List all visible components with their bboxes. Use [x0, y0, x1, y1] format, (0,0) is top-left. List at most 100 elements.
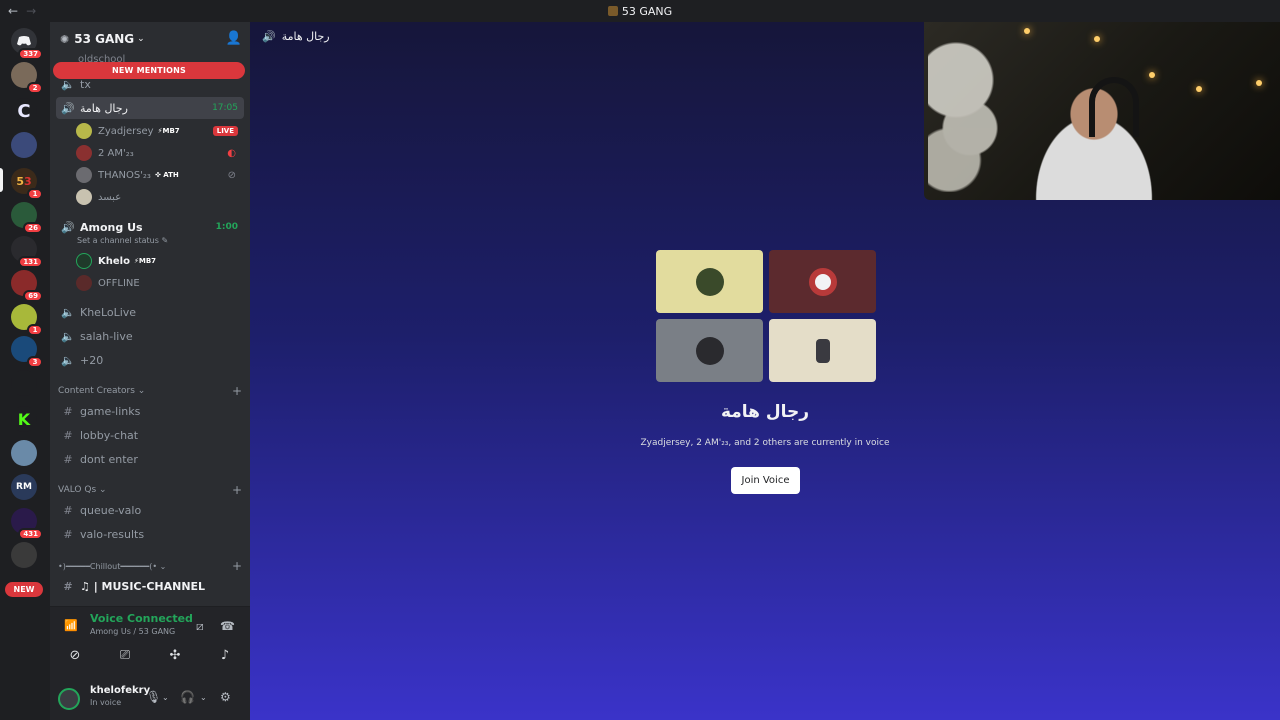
hash-icon: #: [63, 503, 73, 517]
voice-user[interactable]: 2 AM'₂₃ ◐: [76, 143, 244, 163]
speaker-icon: 🔈: [61, 77, 75, 91]
channel-label: +20: [80, 353, 104, 367]
avatar[interactable]: [58, 688, 80, 710]
camera-off-icon[interactable]: ⊘: [50, 643, 100, 667]
server-green-icon[interactable]: 26: [11, 202, 43, 234]
channel-time: 1:00: [215, 222, 238, 232]
speaker-icon: 🔈: [61, 353, 75, 367]
voice-user[interactable]: THANOS'₂₃ ✜ ATH ⊘: [76, 165, 244, 185]
voice-connected-panel: 📶 Voice Connected Among Us / 53 GANG ⧄ ☎…: [50, 606, 250, 686]
voice-user-name: عبسد: [98, 191, 122, 203]
back-icon[interactable]: ←: [8, 4, 18, 18]
server-dark-icon[interactable]: 131: [11, 236, 43, 268]
signal-icon[interactable]: 📶: [64, 619, 78, 632]
voice-user[interactable]: OFFLINE: [76, 273, 244, 293]
channel-among-us[interactable]: 🔊 Among Us 1:00: [56, 216, 244, 238]
channel-lobby-chat[interactable]: # lobby-chat: [56, 424, 244, 446]
server-53-icon[interactable]: 531: [11, 168, 43, 200]
participant-tile[interactable]: [769, 250, 876, 313]
muted-icon: ⊘: [227, 169, 236, 181]
speaker-icon: 🔊: [61, 220, 75, 234]
microphone-icon[interactable]: 🎙: [146, 690, 161, 704]
channel-plus20[interactable]: 🔈 +20: [56, 349, 244, 371]
channel-game-links[interactable]: # game-links: [56, 400, 244, 422]
username[interactable]: khelofekry: [90, 685, 150, 696]
voice-user[interactable]: Zyadjersey ⚡MB7 LIVE: [76, 121, 244, 141]
chevron-down-icon[interactable]: ⌄: [200, 693, 207, 702]
server-avatar2-icon[interactable]: [11, 440, 37, 466]
server-settings-icon: ✺: [60, 32, 70, 46]
screen-share-icon[interactable]: ⎚: [100, 643, 150, 667]
server-c-logo-icon[interactable]: Ⅽ: [11, 98, 37, 124]
server-blue-icon[interactable]: 3: [11, 336, 43, 368]
server-gray-icon[interactable]: [11, 542, 37, 568]
string-light: [1024, 28, 1030, 34]
voice-user[interactable]: عبسد: [76, 187, 244, 207]
activities-icon[interactable]: ✣: [150, 643, 200, 667]
avatar: [76, 189, 92, 205]
channel-rijal-hama[interactable]: 🔊 رجال هامة 17:05: [56, 97, 244, 119]
add-channel-icon[interactable]: +: [232, 559, 242, 573]
add-channel-icon[interactable]: +: [232, 384, 242, 398]
server-kick-icon[interactable]: K: [11, 406, 37, 432]
avatar: [76, 167, 92, 183]
channel-music[interactable]: # ♫ | MUSIC-CHANNEL: [56, 575, 244, 597]
category-content-creators[interactable]: Content Creators ⌄ +: [58, 383, 244, 399]
server-yellow-icon[interactable]: 1: [11, 304, 43, 336]
server-rail: 337 2 Ⅽ 531 26 131 69 1 3 K RM 431 NEW: [0, 22, 50, 720]
chevron-down-icon[interactable]: ⌄: [162, 693, 169, 702]
server-header[interactable]: ✺ 53 GANG ⌄ 👤: [50, 22, 250, 56]
category-chillout[interactable]: •)━━━━━Chillout━━━━━━(• ⌄ +: [58, 558, 244, 574]
hash-icon: #: [63, 404, 73, 418]
server-red-icon[interactable]: 69: [11, 270, 43, 302]
participant-tile[interactable]: [656, 250, 763, 313]
category-label: VALO Qs ⌄: [58, 485, 107, 495]
user-status: In voice: [90, 698, 122, 707]
channel-tx[interactable]: 🔈 tx: [56, 73, 244, 95]
soundboard-icon[interactable]: ♪: [200, 643, 250, 667]
channel-label: رجال هامة: [80, 101, 128, 115]
active-server-pill: [0, 168, 3, 192]
headphones-icon[interactable]: 🎧: [180, 690, 195, 704]
voice-user[interactable]: Khelo ⚡MB7: [76, 251, 244, 271]
add-member-icon[interactable]: 👤: [226, 31, 242, 46]
channel-label: lobby-chat: [80, 428, 139, 442]
voice-location[interactable]: Among Us / 53 GANG: [90, 627, 175, 636]
noise-suppression-icon[interactable]: ⧄: [196, 619, 204, 634]
channel-dont-enter[interactable]: # dont enter: [56, 448, 244, 470]
user-tag: ✜ ATH: [154, 171, 179, 179]
server-rm-icon[interactable]: RM: [11, 474, 37, 500]
channel-queue-valo[interactable]: # queue-valo: [56, 499, 244, 521]
new-servers-pill[interactable]: NEW: [5, 582, 43, 597]
hash-icon: #: [63, 579, 73, 593]
user-tag: ⚡MB7: [133, 257, 157, 265]
speaker-icon: 🔊: [262, 30, 276, 43]
server-purple-icon[interactable]: 431: [11, 508, 43, 540]
participant-tile[interactable]: [656, 319, 763, 382]
channel-status[interactable]: Set a channel status ✎: [77, 236, 168, 245]
join-voice-button[interactable]: Join Voice: [731, 467, 800, 494]
server-blank-icon[interactable]: [11, 370, 37, 396]
channel-label: game-links: [80, 404, 141, 418]
server-emblem-icon[interactable]: [11, 132, 37, 158]
channel-valo-results[interactable]: # valo-results: [56, 523, 244, 545]
add-channel-icon[interactable]: +: [232, 483, 242, 497]
voice-connected-label[interactable]: Voice Connected: [90, 612, 193, 625]
direct-messages-icon[interactable]: 337: [11, 28, 43, 60]
server-avatar-icon[interactable]: 2: [11, 62, 43, 94]
avatar: [695, 336, 724, 365]
channel-khelolive[interactable]: 🔈 KheLoLive: [56, 301, 244, 323]
avatar: [76, 275, 92, 291]
forward-icon[interactable]: →: [26, 4, 36, 18]
voice-channel-view: 🔊 رجال هامة رجال هامة Zyadjersey, 2 AM'₂…: [250, 22, 1280, 720]
channel-label: queue-valo: [80, 503, 142, 517]
disconnect-icon[interactable]: ☎: [220, 619, 235, 633]
channel-sidebar: ✺ 53 GANG ⌄ 👤 oldschool NEW MENTIONS 🔈 tx…: [50, 22, 250, 720]
gear-icon[interactable]: ⚙: [220, 690, 231, 704]
category-valo-qs[interactable]: VALO Qs ⌄ +: [58, 482, 244, 498]
participant-tile[interactable]: [769, 319, 876, 382]
channel-header: 🔊 رجال هامة: [262, 30, 330, 43]
server-badge: 431: [18, 528, 43, 540]
channel-salah-live[interactable]: 🔈 salah-live: [56, 325, 244, 347]
channel-label: tx: [80, 77, 91, 91]
